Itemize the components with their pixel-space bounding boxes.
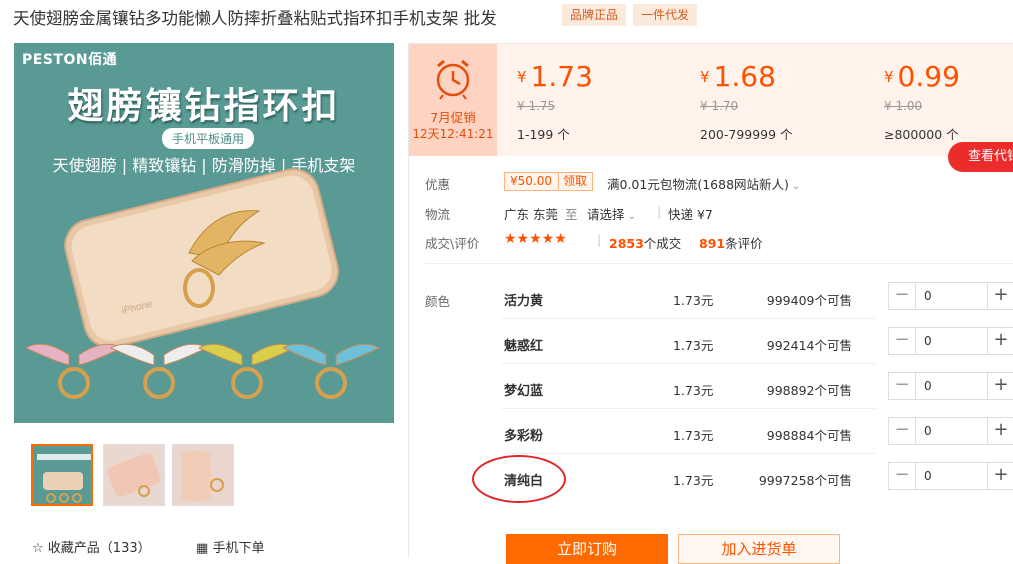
sku-price: 1.73元: [673, 338, 714, 353]
separator: |: [597, 232, 602, 247]
thumbnail-1[interactable]: [31, 444, 93, 506]
sku-stock: 999409个可售: [766, 293, 852, 308]
product-title: 天使翅膀金属镶钻多功能懒人防摔折叠粘贴式指环扣手机支架 批发: [13, 9, 497, 28]
quantity-input[interactable]: 0: [924, 379, 932, 393]
range-tier-3: ≥800000 个: [884, 127, 959, 142]
promo-label: 7月促销: [430, 110, 476, 125]
shipping-fee: 快递 ¥7: [668, 207, 713, 222]
quantity-stepper: − 0 +: [888, 372, 1013, 400]
sku-name: 活力黄: [504, 294, 544, 309]
decrement-button[interactable]: −: [889, 463, 916, 489]
sku-price: 1.73元: [673, 428, 714, 443]
decrement-button[interactable]: −: [889, 418, 916, 444]
chevron-down-icon: ⌄: [791, 181, 801, 192]
price-tier-2: ¥1.68: [700, 60, 776, 93]
add-to-cart-button[interactable]: 加入进货单: [678, 534, 840, 564]
logistics-label: 物流: [425, 207, 451, 222]
discount-label: 优惠: [425, 177, 451, 192]
color-label: 颜色: [425, 294, 451, 309]
coupon-badge[interactable]: ¥50.00 领取: [504, 172, 593, 191]
range-tier-1: 1-199 个: [517, 127, 570, 142]
thumbnail-3[interactable]: [172, 444, 234, 506]
ring-pink: [24, 343, 124, 399]
ship-to-label: 至: [565, 207, 578, 222]
deals-count[interactable]: 2853个成交: [609, 233, 681, 252]
quantity-stepper: − 0 +: [888, 417, 1013, 445]
coupon-amount: ¥50.00: [510, 174, 552, 188]
chevron-down-icon: ⌄: [627, 211, 636, 222]
tag-brand-genuine[interactable]: 品牌正品: [562, 4, 627, 26]
range-tier-2: 200-799999 个: [700, 127, 793, 142]
promo-countdown: 12天12:41:21: [412, 127, 494, 141]
tag-dropship[interactable]: 一件代发: [633, 4, 698, 26]
quantity-stepper: − 0 +: [888, 462, 1013, 490]
annotation-circle: [472, 455, 566, 503]
decrement-button[interactable]: −: [889, 373, 916, 399]
row-divider: [502, 363, 875, 364]
increment-button[interactable]: +: [987, 373, 1013, 399]
quantity-input[interactable]: 0: [924, 334, 932, 348]
quantity-stepper: − 0 +: [888, 327, 1013, 355]
quantity-input[interactable]: 0: [924, 289, 932, 303]
sku-name: 魅惑红: [504, 339, 544, 354]
discount-text[interactable]: 满0.01元包物流(1688网站新人) ⌄: [607, 174, 800, 193]
coupon-get-button[interactable]: 领取: [563, 173, 587, 190]
original-price-tier-2: ¥ 1.70: [700, 99, 739, 113]
thumbnail-2[interactable]: [103, 444, 165, 506]
ring-yellow: [197, 343, 297, 399]
view-agent-button[interactable]: 查看代销: [948, 142, 1013, 172]
increment-button[interactable]: +: [987, 463, 1013, 489]
price-tier-1: ¥1.73: [517, 60, 593, 93]
sku-price: 1.73元: [673, 473, 714, 488]
sku-stock: 998884个可售: [766, 428, 852, 443]
product-illustration: iPhone: [24, 168, 381, 399]
mobile-order-label: 手机下单: [212, 541, 265, 556]
ring-white: [109, 343, 209, 399]
main-product-image[interactable]: PESTON佰通 翅膀镶钻指环扣 手机平板通用 天使翅膀 | 精致镶钻 | 防滑…: [14, 43, 394, 423]
rating-stars: ★★★★★: [504, 231, 567, 247]
original-price-tier-3: ¥ 1.00: [884, 99, 923, 113]
qr-code-icon: ▦: [196, 541, 209, 556]
buy-now-button[interactable]: 立即订购: [506, 534, 668, 564]
row-divider: [502, 408, 875, 409]
decrement-button[interactable]: −: [889, 283, 916, 309]
reviews-label: 成交\评价: [425, 236, 480, 251]
sku-name: 梦幻蓝: [504, 384, 544, 399]
ring-blue: [281, 343, 381, 399]
quantity-stepper: − 0 +: [888, 282, 1013, 310]
row-divider: [502, 318, 875, 319]
star-outline-icon: ☆: [32, 541, 44, 556]
favorite-label: 收藏产品（133）: [47, 541, 151, 556]
quantity-input[interactable]: 0: [924, 469, 932, 483]
increment-button[interactable]: +: [987, 418, 1013, 444]
mobile-order-link[interactable]: ▦ 手机下单: [196, 537, 264, 556]
row-divider: [502, 453, 875, 454]
sku-stock: 998892个可售: [766, 383, 852, 398]
original-price-tier-1: ¥ 1.75: [517, 99, 556, 113]
increment-button[interactable]: +: [987, 328, 1013, 354]
reviews-count[interactable]: 891条评价: [699, 233, 763, 252]
separator: |: [657, 204, 662, 219]
increment-button[interactable]: +: [987, 283, 1013, 309]
sku-price: 1.73元: [673, 383, 714, 398]
quantity-input[interactable]: 0: [924, 424, 932, 438]
section-divider: [425, 263, 1013, 264]
price-tier-3: ¥0.99: [884, 60, 960, 93]
sku-price: 1.73元: [673, 293, 714, 308]
destination-select[interactable]: 请选择 ⌄: [587, 204, 636, 223]
ship-origin: 广东 东莞: [504, 207, 558, 222]
sku-stock: 992414个可售: [766, 338, 852, 353]
favorite-link[interactable]: ☆ 收藏产品（133）: [32, 537, 151, 556]
alarm-clock-icon: [436, 59, 470, 100]
sku-name: 多彩粉: [504, 429, 544, 444]
sku-stock: 9997258个可售: [758, 473, 852, 488]
decrement-button[interactable]: −: [889, 328, 916, 354]
